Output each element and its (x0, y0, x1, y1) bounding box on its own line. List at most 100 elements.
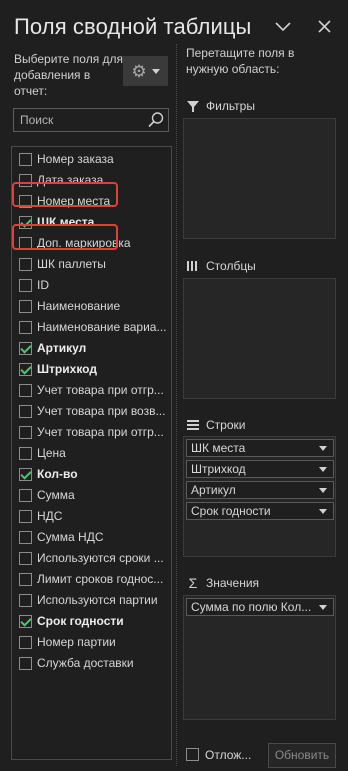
rows-label: Строки (206, 418, 246, 432)
caret-down-icon[interactable] (319, 467, 327, 472)
checkbox[interactable] (19, 258, 32, 271)
field-label: Артикул (37, 341, 87, 355)
caret-down-icon[interactable] (319, 488, 327, 493)
field-list-item[interactable]: Служба доставки (12, 653, 171, 674)
caret-down-icon (151, 68, 160, 74)
field-label: Штрихкод (37, 362, 97, 376)
checkbox[interactable] (19, 384, 32, 397)
field-list-item[interactable]: ID (12, 275, 171, 296)
search-icon[interactable] (147, 111, 165, 129)
field-label: Цена (37, 446, 66, 460)
checkbox[interactable] (19, 426, 32, 439)
checkbox[interactable] (19, 657, 32, 670)
field-list-item[interactable]: Учет товара при отгр... (12, 422, 171, 443)
field-list-item[interactable]: Артикул (12, 338, 171, 359)
checkbox-checked[interactable] (19, 363, 32, 376)
field-list-item[interactable]: Используются партии (12, 590, 171, 611)
values-pill[interactable]: Сумма по полю Кол... (186, 598, 334, 616)
field-list-item[interactable]: Номер заказа (12, 149, 171, 170)
checkbox[interactable] (19, 510, 32, 523)
field-label: Используются партии (37, 593, 158, 607)
rows-pill[interactable]: Срок годности (186, 502, 334, 520)
defer-update-checkbox[interactable] (186, 748, 199, 761)
columns-label: Столбцы (206, 259, 256, 273)
field-list-item[interactable]: Наименование (12, 296, 171, 317)
values-header: Σ Значения (186, 575, 259, 591)
field-list-item[interactable]: Срок годности (12, 611, 171, 632)
field-label: Учет товара при отгр... (37, 383, 164, 397)
field-label: Номер партии (37, 635, 116, 649)
checkbox[interactable] (19, 573, 32, 586)
panel-divider (176, 44, 178, 766)
field-list-item[interactable]: Сумма НДС (12, 527, 171, 548)
caret-down-icon[interactable] (319, 509, 327, 514)
field-chooser-hint: Выберите поля для добавления в отчет: (14, 52, 124, 98)
field-list-item[interactable]: ШК паллеты (12, 254, 171, 275)
field-label: Учет товара при отгр... (37, 425, 164, 439)
caret-down-icon[interactable] (319, 446, 327, 451)
field-label: Кол-во (37, 467, 78, 481)
areas-hint: Перетащите поля в нужную область: (186, 46, 295, 76)
field-list-item[interactable]: Цена (12, 443, 171, 464)
filter-icon (187, 101, 199, 112)
field-label: Наименование вариа... (37, 320, 167, 334)
caret-down-icon[interactable] (319, 605, 327, 610)
checkbox[interactable] (19, 636, 32, 649)
field-list-item[interactable]: Номер партии (12, 632, 171, 653)
checkbox-checked[interactable] (19, 615, 32, 628)
rows-icon (187, 420, 199, 430)
field-label: ID (37, 278, 49, 292)
panel-title: Поля сводной таблицы (14, 14, 252, 39)
field-list-item[interactable]: Сумма (12, 485, 171, 506)
field-list-item[interactable]: Лимит сроков годнос... (12, 569, 171, 590)
rows-header: Строки (186, 417, 245, 433)
close-icon[interactable] (314, 17, 336, 37)
field-list-item[interactable]: НДС (12, 506, 171, 527)
rows-pill[interactable]: ШК места (186, 439, 334, 457)
field-label: Учет товара при возв... (37, 404, 166, 418)
gear-icon: ⚙ (131, 61, 147, 81)
rows-pill[interactable]: Артикул (186, 481, 334, 499)
checkbox[interactable] (19, 531, 32, 544)
field-label: Срок годности (37, 614, 124, 628)
checkbox[interactable] (19, 447, 32, 460)
field-label: Лимит сроков годнос... (37, 572, 164, 586)
highlight-box-shk-mesta (12, 182, 118, 207)
field-list-item[interactable]: Наименование вариа... (12, 317, 171, 338)
defer-update-label: Отлож... (205, 748, 252, 762)
field-list-item[interactable]: Штрихкод (12, 359, 171, 380)
columns-drop-area[interactable] (183, 278, 336, 399)
field-list-item[interactable]: Используются сроки ... (12, 548, 171, 569)
field-label: Служба доставки (37, 656, 134, 670)
rows-pill[interactable]: Штрихкод (186, 460, 334, 478)
values-label: Значения (206, 576, 260, 590)
checkbox[interactable] (19, 594, 32, 607)
sigma-icon: Σ (188, 575, 198, 591)
checkbox[interactable] (19, 321, 32, 334)
field-label: Используются сроки ... (37, 551, 164, 565)
filters-drop-area[interactable] (183, 118, 336, 239)
highlight-box-shk-pallety (12, 224, 118, 250)
field-label: ШК паллеты (37, 257, 106, 271)
checkbox[interactable] (19, 279, 32, 292)
field-list-item[interactable]: Кол-во (12, 464, 171, 485)
tools-button[interactable]: ⚙ (123, 56, 168, 86)
filters-header: Фильтры (186, 98, 255, 114)
search-box[interactable] (13, 108, 169, 132)
checkbox[interactable] (19, 552, 32, 565)
field-list-item[interactable]: Учет товара при возв... (12, 401, 171, 422)
checkbox[interactable] (19, 489, 32, 502)
checkbox[interactable] (19, 405, 32, 418)
columns-header: Столбцы (186, 258, 256, 274)
update-button[interactable]: Обновить (268, 743, 336, 768)
checkbox-checked[interactable] (19, 342, 32, 355)
chevron-down-icon[interactable] (272, 17, 294, 37)
field-list-item[interactable]: Учет товара при отгр... (12, 380, 171, 401)
field-label: Сумма (37, 488, 75, 502)
checkbox-checked[interactable] (19, 468, 32, 481)
checkbox[interactable] (19, 300, 32, 313)
field-label: Наименование (37, 299, 121, 313)
search-input[interactable] (14, 109, 144, 131)
filters-label: Фильтры (206, 99, 255, 113)
checkbox[interactable] (19, 153, 32, 166)
